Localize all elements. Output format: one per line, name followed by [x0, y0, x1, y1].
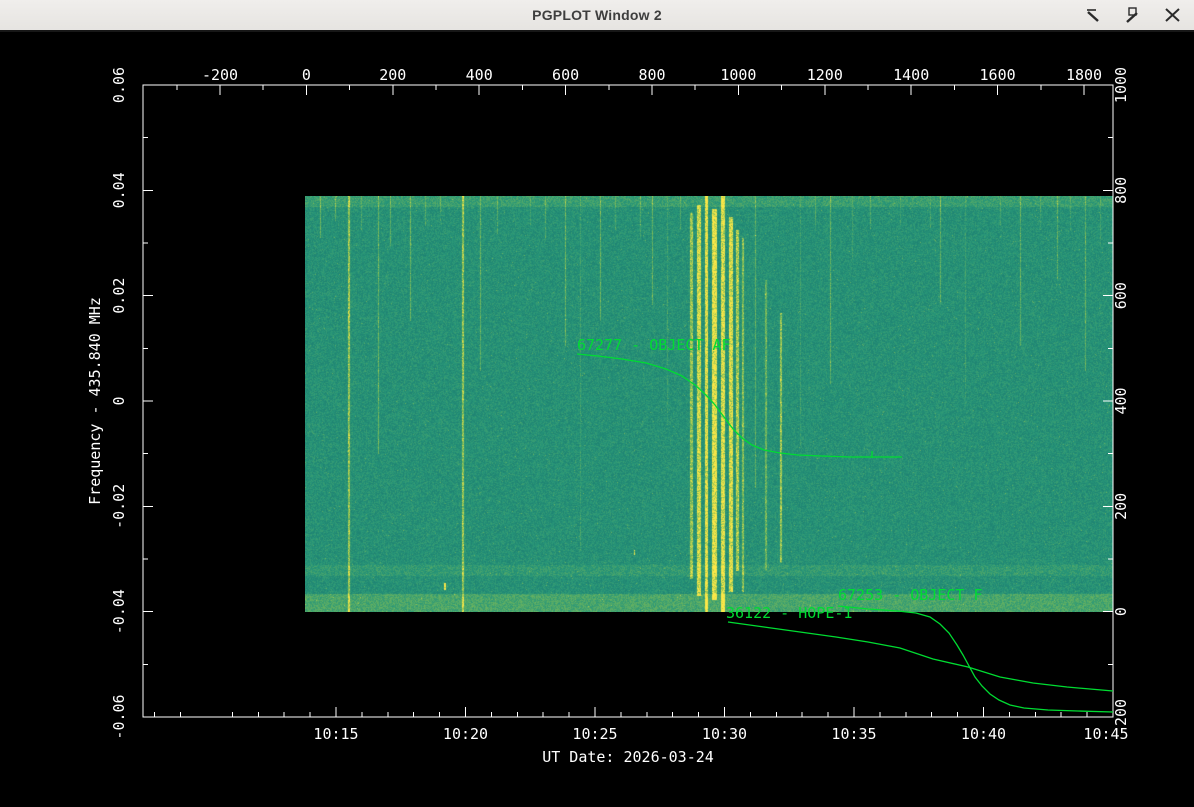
- svg-text:0.02: 0.02: [110, 278, 128, 314]
- svg-text:10:20: 10:20: [443, 725, 488, 743]
- svg-text:400: 400: [466, 66, 493, 84]
- pgplot-window: PGPLOT Window 2: [0, 0, 1194, 807]
- doppler-curve-36122: 36122 - HOPE-1: [726, 604, 1113, 691]
- svg-text:0: 0: [302, 66, 311, 84]
- svg-text:Frequency - 435.840 MHz: Frequency - 435.840 MHz: [86, 297, 104, 505]
- svg-text:UT Date: 2026-03-24: UT Date: 2026-03-24: [542, 748, 714, 766]
- doppler-curve-67253: 67253 - OBJECT F: [838, 586, 1113, 712]
- svg-text:1800: 1800: [1066, 66, 1102, 84]
- left-axis: 0.06 0.04 0.02 0 -0.02 -0.04 -0.06: [110, 67, 153, 740]
- svg-text:-200: -200: [202, 66, 238, 84]
- svg-text:800: 800: [1112, 177, 1130, 204]
- window-titlebar[interactable]: PGPLOT Window 2: [0, 0, 1194, 32]
- svg-text:-0.06: -0.06: [110, 694, 128, 739]
- svg-text:-0.04: -0.04: [110, 589, 128, 634]
- plot-area: -200 0 200 400 600 800 1000 1200 1400 1600 1800 10:…: [0, 32, 1194, 807]
- window-controls: [1080, 3, 1186, 27]
- svg-text:67277 - OBJECT AF: 67277 - OBJECT AF: [577, 336, 731, 354]
- y-axis-title: Frequency - 435.840 MHz: [86, 297, 104, 505]
- window-title: PGPLOT Window 2: [532, 7, 662, 23]
- top-axis: -200 0 200 400 600 800 1000 1200 1400 1600 1800: [177, 66, 1102, 95]
- svg-text:10:30: 10:30: [702, 725, 747, 743]
- svg-text:1600: 1600: [980, 66, 1016, 84]
- doppler-curve-67277: 67277 - OBJECT AF: [577, 336, 902, 458]
- restore-icon[interactable]: [1120, 3, 1146, 27]
- svg-text:0.06: 0.06: [110, 67, 128, 103]
- svg-text:1000: 1000: [1112, 67, 1130, 103]
- svg-text:-0.02: -0.02: [110, 484, 128, 529]
- svg-text:-200: -200: [1112, 699, 1130, 735]
- svg-text:10:15: 10:15: [313, 725, 358, 743]
- svg-text:0.04: 0.04: [110, 172, 128, 208]
- svg-text:1400: 1400: [893, 66, 929, 84]
- svg-text:67253 - OBJECT F: 67253 - OBJECT F: [838, 586, 983, 604]
- plot-frame: [143, 85, 1113, 717]
- svg-text:0: 0: [1112, 607, 1130, 616]
- svg-text:400: 400: [1112, 387, 1130, 414]
- svg-text:10:35: 10:35: [831, 725, 876, 743]
- x-axis-title: UT Date: 2026-03-24: [542, 748, 714, 766]
- svg-text:600: 600: [1112, 282, 1130, 309]
- svg-text:1200: 1200: [807, 66, 843, 84]
- svg-text:200: 200: [1112, 493, 1130, 520]
- svg-text:1000: 1000: [720, 66, 756, 84]
- right-axis: 1000 800 600 400 200 0 -200: [1103, 67, 1130, 735]
- plot-axes: -200 0 200 400 600 800 1000 1200 1400 1600 1800 10:…: [0, 32, 1194, 807]
- svg-text:800: 800: [638, 66, 665, 84]
- svg-text:0: 0: [110, 396, 128, 405]
- svg-text:36122 - HOPE-1: 36122 - HOPE-1: [726, 604, 852, 622]
- svg-text:200: 200: [379, 66, 406, 84]
- bottom-axis: 10:1510:2010:2510:3010:3510:4010:45: [155, 707, 1129, 743]
- close-icon[interactable]: [1160, 3, 1186, 27]
- svg-text:10:40: 10:40: [961, 725, 1006, 743]
- svg-text:10:25: 10:25: [572, 725, 617, 743]
- svg-text:600: 600: [552, 66, 579, 84]
- minimize-icon[interactable]: [1080, 3, 1106, 27]
